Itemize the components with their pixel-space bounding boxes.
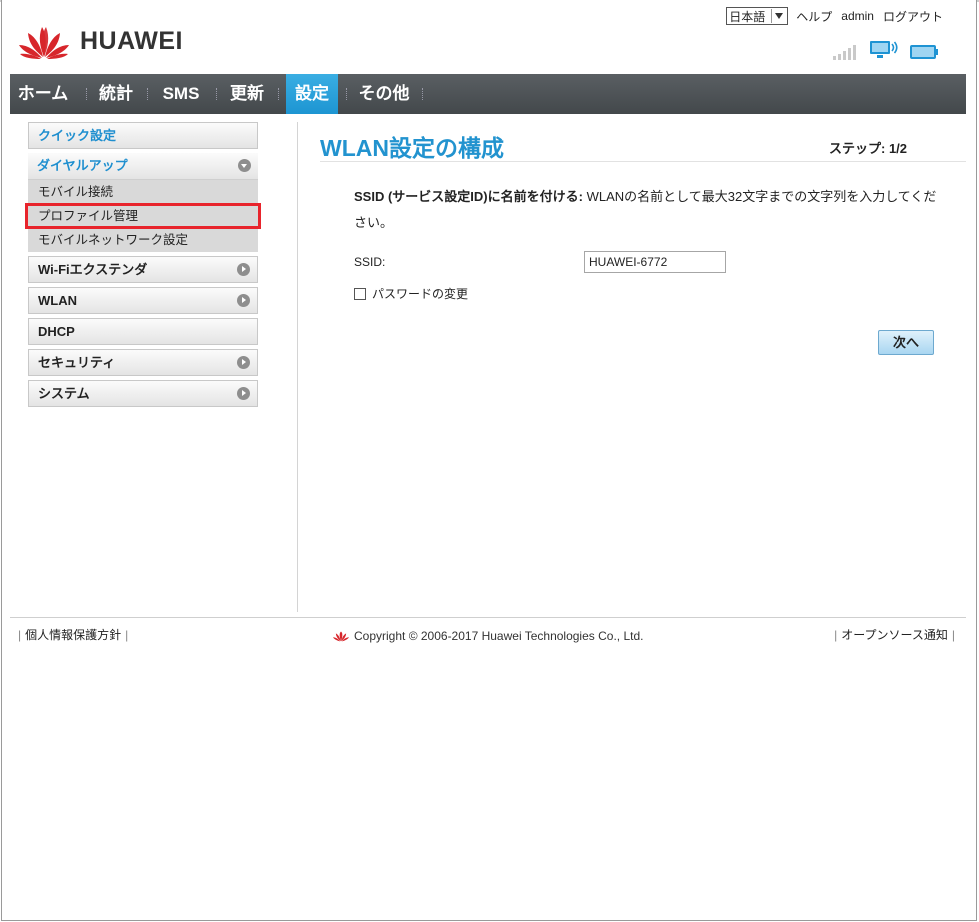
step-indicator: ステップ: 1/2 — [829, 141, 908, 156]
sidebar-item-wifi-extender[interactable]: Wi-Fiエクステンダ — [28, 256, 258, 283]
brand-name: HUAWEI — [80, 26, 183, 55]
signal-strength-icon — [833, 45, 856, 60]
sidebar-item-label: Wi-Fiエクステンダ — [38, 262, 148, 277]
nav-update[interactable]: 更新 — [224, 74, 270, 114]
collapse-arrow-icon — [238, 159, 251, 172]
expand-arrow-icon — [237, 294, 250, 307]
sidebar-item-label: DHCP — [38, 324, 75, 339]
sidebar-item-label: WLAN — [38, 293, 77, 308]
sidebar-group-dialup: ダイヤルアップ モバイル接続 プロファイル管理 モバイルネットワーク設定 — [25, 153, 261, 252]
help-link[interactable]: ヘルプ — [796, 8, 832, 25]
language-value: 日本語 — [729, 9, 766, 24]
nav-settings[interactable]: 設定 — [286, 74, 338, 114]
sidebar-item-security[interactable]: セキュリティ — [28, 349, 258, 376]
sidebar-item-label: ダイヤルアップ — [37, 158, 128, 173]
sidebar-subitem-profile-management[interactable]: プロファイル管理 — [25, 203, 261, 229]
privacy-policy-link[interactable]: | 個人情報保護方針 | — [14, 626, 132, 643]
copyright: Copyright © 2006-2017 Huawei Technologie… — [332, 629, 643, 643]
sidebar-subitem-mobile-network-settings[interactable]: モバイルネットワーク設定 — [28, 228, 258, 252]
main-nav: ホーム 統計 SMS 更新 設定 その他 — [10, 74, 966, 114]
sidebar-subitem-mobile-connection[interactable]: モバイル接続 — [28, 180, 258, 204]
expand-arrow-icon — [237, 387, 250, 400]
ssid-input[interactable]: HUAWEI-6772 — [584, 251, 726, 273]
logout-link[interactable]: ログアウト — [883, 8, 943, 25]
open-source-notice-link[interactable]: | オープンソース通知 | — [830, 626, 959, 643]
nav-statistics[interactable]: 統計 — [92, 74, 140, 114]
page-title: WLAN設定の構成 — [320, 135, 504, 161]
nav-sms[interactable]: SMS — [156, 74, 206, 114]
sidebar-item-dhcp[interactable]: DHCP — [28, 318, 258, 345]
open-source-notice-label: オープンソース通知 — [841, 628, 948, 642]
sidebar-item-label: セキュリティ — [38, 355, 116, 370]
nav-home[interactable]: ホーム — [10, 74, 76, 114]
copyright-text: Copyright © 2006-2017 Huawei Technologie… — [354, 629, 644, 643]
checkbox-box[interactable] — [354, 287, 366, 300]
sidebar-item-label: クイック設定 — [38, 128, 117, 143]
chevron-down-icon — [771, 9, 785, 23]
sidebar-item-system[interactable]: システム — [28, 380, 258, 407]
battery-icon — [910, 45, 938, 59]
title-divider — [320, 161, 966, 162]
huawei-flower-icon — [19, 27, 69, 59]
sidebar-item-dialup[interactable]: ダイヤルアップ — [28, 153, 258, 180]
footer-divider — [10, 617, 966, 618]
nav-other[interactable]: その他 — [354, 74, 414, 114]
ssid-description: SSID (サービス設定ID)に名前を付ける: WLANの名前として最大32文字… — [354, 184, 944, 236]
language-select[interactable]: 日本語 — [726, 7, 789, 25]
huawei-logo: HUAWEI — [16, 22, 183, 60]
top-right-links: 日本語 ヘルプ admin ログアウト — [726, 7, 943, 25]
connected-devices-icon — [870, 41, 898, 58]
settings-sidebar: クイック設定 ダイヤルアップ モバイル接続 プロファイル管理 モバイルネットワー… — [25, 122, 261, 411]
huawei-flower-icon — [332, 631, 350, 642]
expand-arrow-icon — [237, 356, 250, 369]
privacy-policy-label: 個人情報保護方針 — [25, 628, 122, 642]
username: admin — [841, 9, 874, 23]
next-button[interactable]: 次へ — [878, 330, 934, 355]
expand-arrow-icon — [237, 263, 250, 276]
change-password-checkbox[interactable]: パスワードの変更 — [354, 285, 468, 302]
ssid-description-heading: SSID (サービス設定ID)に名前を付ける: — [354, 189, 583, 204]
ssid-label: SSID: — [354, 255, 386, 269]
status-icons — [833, 40, 939, 60]
sidebar-item-quick-setup[interactable]: クイック設定 — [28, 122, 258, 149]
change-password-label: パスワードの変更 — [372, 287, 469, 301]
content-divider — [297, 122, 298, 612]
sidebar-item-wlan[interactable]: WLAN — [28, 287, 258, 314]
sidebar-item-label: システム — [38, 386, 90, 401]
